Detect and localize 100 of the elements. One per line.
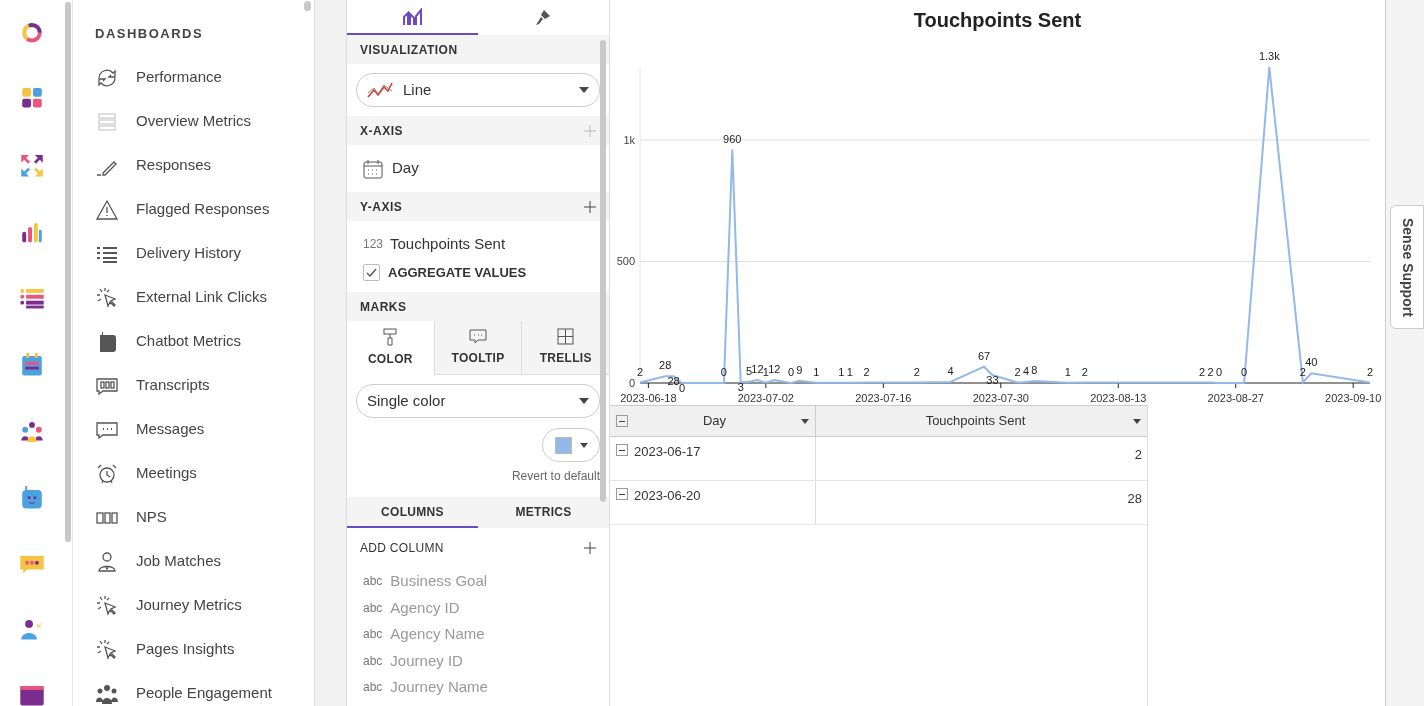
speech-bubble-icon xyxy=(469,328,487,345)
type-tag: 123 xyxy=(363,235,384,254)
nav-item[interactable]: Pages Insights xyxy=(95,627,300,672)
nav-item[interactable]: Performance xyxy=(95,55,300,100)
panel-tab[interactable]: METRICS xyxy=(478,497,609,528)
y-tick-label: 1k xyxy=(623,133,635,146)
x-tick-label: 2023-06-18 xyxy=(620,392,677,404)
checkbox[interactable] xyxy=(363,263,380,281)
x-tick-label: 2023-08-27 xyxy=(1207,392,1264,404)
nav-item[interactable]: NPS xyxy=(95,495,300,540)
data-label: 28 xyxy=(659,359,672,372)
chart-title: Touchpoints Sent xyxy=(913,8,1082,33)
marks-tab[interactable]: COLOR xyxy=(347,321,434,375)
check-icon xyxy=(366,267,377,277)
grid-icon xyxy=(557,328,575,345)
section-heading: Y-AXIS xyxy=(360,198,403,216)
caret-icon xyxy=(579,87,589,93)
bar-chart-icon[interactable] xyxy=(21,222,43,244)
nav-item[interactable]: People Engagement xyxy=(95,671,300,706)
group-icon[interactable] xyxy=(20,420,44,443)
calendar-icon[interactable] xyxy=(21,353,43,377)
robot-icon[interactable] xyxy=(21,486,43,510)
data-label: 3 xyxy=(737,381,744,394)
nav-item[interactable]: Delivery History xyxy=(95,231,300,276)
user-icon[interactable] xyxy=(20,619,44,641)
data-label: 8 xyxy=(1031,364,1038,377)
cursor-click-icon xyxy=(95,637,119,662)
data-label: 2 xyxy=(1207,365,1214,378)
column-item[interactable]: abc Journey ID xyxy=(347,647,609,674)
data-label: 5 xyxy=(746,364,753,377)
marks-tab[interactable]: TOOLTIP xyxy=(433,321,522,375)
data-label: 2 xyxy=(1199,365,1206,378)
nav-item[interactable]: Messages xyxy=(95,407,300,452)
revert-link[interactable]: Revert to default xyxy=(511,467,600,485)
nav-item[interactable]: Chatbot Metrics xyxy=(95,319,300,364)
table-cell-text: 2023-06-20 xyxy=(634,487,701,505)
data-label: 1 xyxy=(762,365,769,378)
data-label: 40 xyxy=(1305,356,1318,369)
data-label: 0 xyxy=(787,366,795,378)
nav-item[interactable]: Responses xyxy=(95,143,300,188)
field-label[interactable]: Touchpoints Sent xyxy=(390,233,506,256)
section-heading: MARKS xyxy=(360,298,407,316)
nav-item[interactable]: Job Matches xyxy=(95,539,300,584)
data-label: 1 xyxy=(838,365,845,378)
nav-item[interactable]: Overview Metrics xyxy=(95,99,300,144)
scrollbar[interactable] xyxy=(600,40,606,502)
data-label: 67 xyxy=(977,349,991,362)
nav-item[interactable]: Transcripts xyxy=(95,363,300,408)
column-header[interactable]: Touchpoints Sent xyxy=(815,406,1147,436)
data-label: 4 xyxy=(947,365,954,378)
data-label: 2 xyxy=(1081,365,1088,378)
data-label: 960 xyxy=(723,132,742,145)
data-label: 9 xyxy=(796,363,803,376)
column-header[interactable]: Day xyxy=(610,406,815,436)
section-heading: X-AXIS xyxy=(360,122,403,140)
browser-window-icon[interactable] xyxy=(19,684,45,706)
data-label: 0 xyxy=(1241,366,1248,378)
data-label: 1 xyxy=(1064,365,1071,378)
data-label: 12 xyxy=(751,363,764,376)
chat-icon[interactable] xyxy=(19,553,45,576)
table-cell-text: 2023-06-17 xyxy=(634,443,701,461)
data-label: 2 xyxy=(1299,365,1306,378)
table-cell: 28 xyxy=(1127,491,1142,506)
scrollbar[interactable] xyxy=(65,2,71,542)
ring-logo-icon[interactable] xyxy=(21,22,43,44)
plus-icon[interactable] xyxy=(584,542,596,554)
data-label: 12 xyxy=(768,363,781,376)
section-heading: VISUALIZATION xyxy=(360,41,458,59)
column-item[interactable]: abc Agency ID xyxy=(347,594,609,621)
nav-item[interactable]: Flagged Responses xyxy=(95,187,300,232)
collapse-icon[interactable] xyxy=(616,488,628,500)
collapse-icon[interactable] xyxy=(616,444,628,456)
y-tick-label: 0 xyxy=(628,377,635,389)
stacked-list-icon[interactable] xyxy=(20,287,44,310)
caret-icon xyxy=(801,418,809,424)
column-item[interactable]: abc Business Goal xyxy=(347,568,609,595)
calendar-icon xyxy=(363,158,383,179)
caret-icon xyxy=(579,398,589,404)
data-label: 1.3k xyxy=(1258,50,1280,62)
scrollbar[interactable] xyxy=(303,1,311,11)
data-label: 2 xyxy=(1366,365,1374,378)
data-label: 4 xyxy=(1022,365,1030,378)
x-tick-label: 2023-08-13 xyxy=(1090,392,1147,404)
column-item[interactable]: abc Journey Name xyxy=(347,674,609,701)
arrows-icon[interactable] xyxy=(19,152,45,179)
data-label: 0 xyxy=(678,382,685,394)
panel-tab[interactable]: COLUMNS xyxy=(347,497,478,528)
nav-item[interactable]: External Link Clicks xyxy=(95,275,300,320)
tiles-icon[interactable] xyxy=(21,87,43,109)
plus-icon[interactable] xyxy=(584,200,596,213)
nav-item[interactable]: Journey Metrics xyxy=(95,583,300,628)
field-label[interactable]: Day xyxy=(392,157,419,180)
line-chart-icon xyxy=(367,81,393,99)
x-tick-label: 2023-09-10 xyxy=(1325,392,1382,404)
collapse-icon[interactable] xyxy=(616,415,628,427)
section-heading: DASHBOARDS xyxy=(95,25,205,43)
support-tab[interactable]: Sense Support xyxy=(1390,205,1424,329)
table-cell: 2 xyxy=(1134,447,1142,462)
nav-item[interactable]: Meetings xyxy=(95,451,300,496)
column-item[interactable]: abc Agency Name xyxy=(347,621,609,648)
